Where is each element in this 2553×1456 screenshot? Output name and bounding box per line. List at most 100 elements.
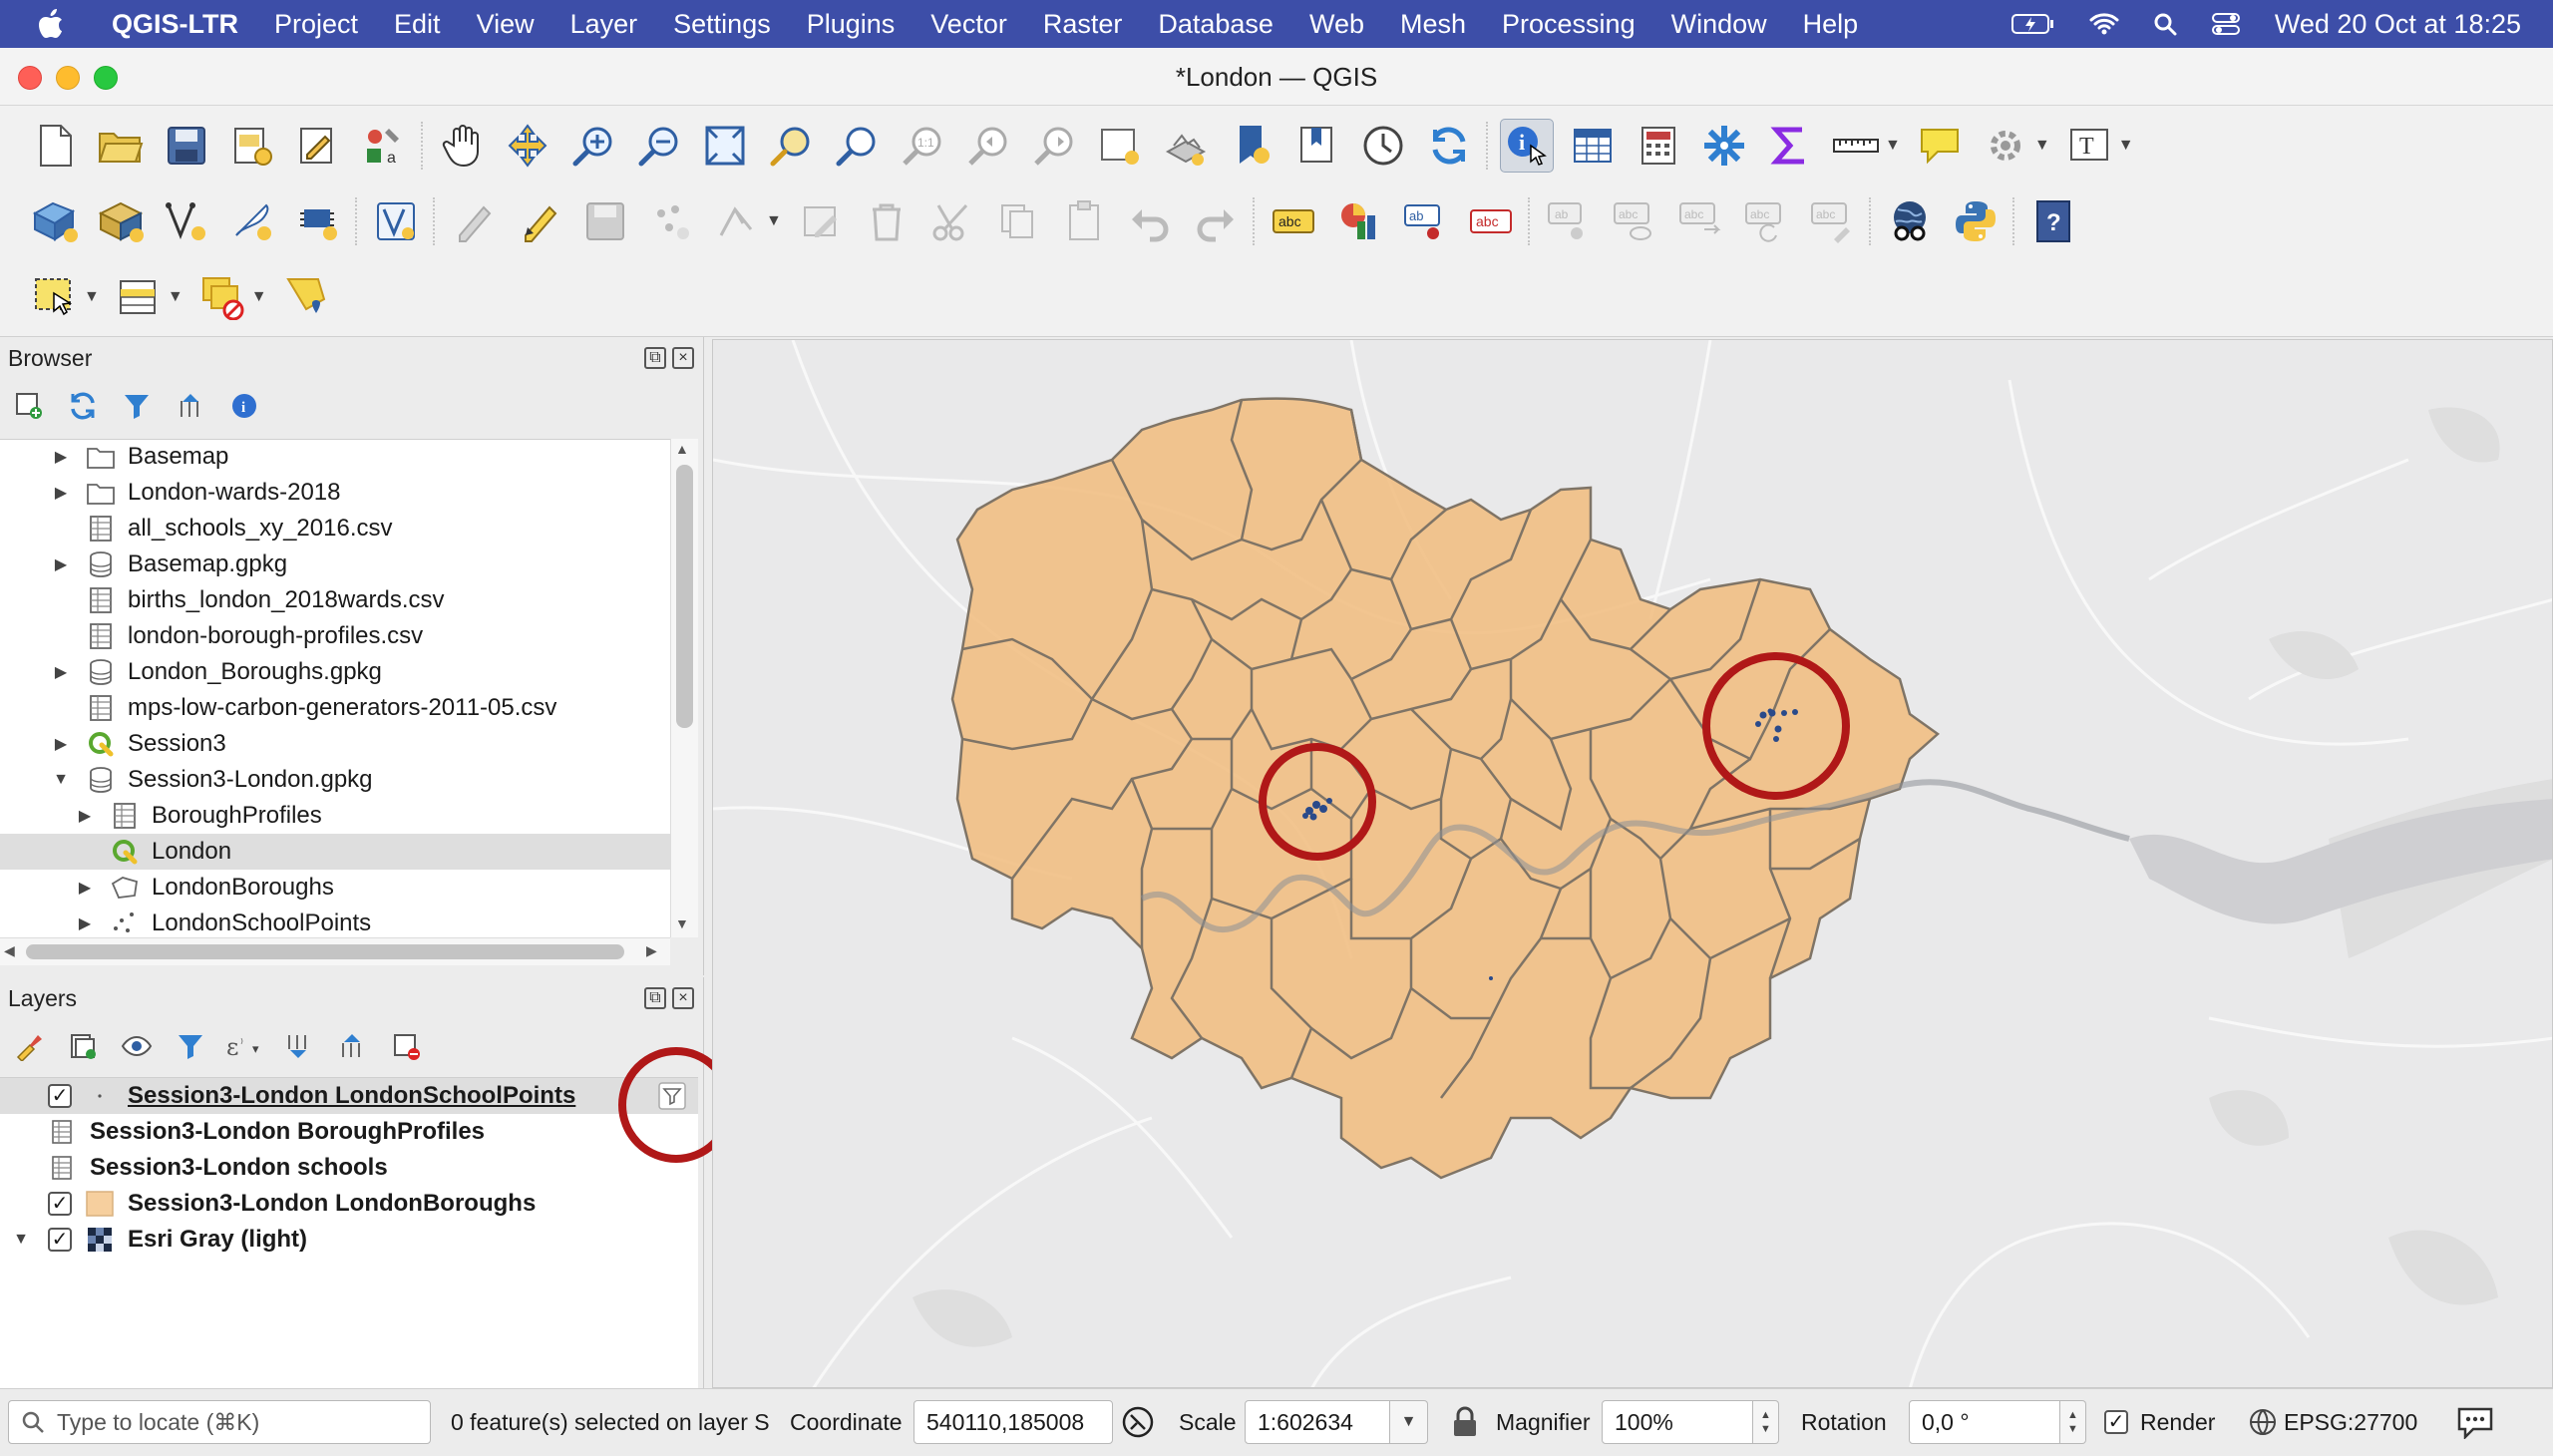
rotation-field[interactable]: 0,0 ° bbox=[1909, 1400, 2060, 1444]
lock-scale-icon[interactable] bbox=[1452, 1399, 1478, 1445]
refresh-browser-icon[interactable] bbox=[62, 385, 104, 427]
collapse-arrow-icon[interactable]: ▼ bbox=[50, 771, 72, 789]
browser-item[interactable]: London bbox=[0, 834, 670, 870]
collapse-arrow-icon[interactable]: ▼ bbox=[10, 1231, 32, 1249]
highlight-pinned-labels-icon[interactable]: ab bbox=[1398, 194, 1452, 248]
vertex-tool-icon[interactable] bbox=[710, 194, 764, 248]
new-print-layout-icon[interactable] bbox=[225, 119, 279, 173]
menu-layer[interactable]: Layer bbox=[570, 9, 638, 40]
undo-icon[interactable] bbox=[1123, 194, 1177, 248]
app-menu[interactable]: QGIS-LTR bbox=[112, 9, 238, 40]
scroll-left-arrow-icon[interactable]: ◀ bbox=[4, 942, 15, 959]
expand-arrow-icon[interactable]: ▶ bbox=[50, 662, 72, 682]
browser-item[interactable]: ▶ Session3 bbox=[0, 726, 670, 762]
expand-arrow-icon[interactable]: ▶ bbox=[50, 447, 72, 467]
pin-unpin-labels-icon[interactable]: abc bbox=[1464, 194, 1518, 248]
locator-search-box[interactable]: Type to locate (⌘K) bbox=[8, 1400, 431, 1444]
rotation-spinner[interactable]: ▲ ▼ bbox=[2060, 1400, 2086, 1444]
new-3d-map-view-icon[interactable] bbox=[1159, 119, 1213, 173]
paste-features-icon[interactable] bbox=[1057, 194, 1111, 248]
browser-item[interactable]: london-borough-profiles.csv bbox=[0, 618, 670, 654]
collapse-all-icon[interactable] bbox=[170, 385, 211, 427]
expand-arrow-icon[interactable]: ▶ bbox=[50, 554, 72, 574]
expand-arrow-icon[interactable]: ▶ bbox=[50, 734, 72, 754]
zoom-next-icon[interactable] bbox=[1027, 119, 1081, 173]
coordinate-field[interactable]: 540110,185008 bbox=[913, 1400, 1113, 1444]
zoom-in-icon[interactable] bbox=[566, 119, 620, 173]
add-point-feature-icon[interactable] bbox=[644, 194, 698, 248]
redo-icon[interactable] bbox=[1189, 194, 1243, 248]
style-manager-icon[interactable]: a bbox=[357, 119, 411, 173]
magnifier-field[interactable]: 100% bbox=[1602, 1400, 1753, 1444]
layer-row[interactable]: ▼ ✓ Esri Gray (light) bbox=[0, 1222, 698, 1258]
refresh-icon[interactable] bbox=[1422, 119, 1476, 173]
new-virtual-layer-icon[interactable] bbox=[291, 194, 345, 248]
menu-mesh[interactable]: Mesh bbox=[1400, 9, 1466, 40]
zoom-native-resolution-icon[interactable]: 1:1 bbox=[896, 119, 949, 173]
filter-browser-icon[interactable] bbox=[116, 385, 158, 427]
zoom-full-icon[interactable] bbox=[698, 119, 752, 173]
zoom-last-icon[interactable] bbox=[961, 119, 1015, 173]
new-spatial-bookmark-icon[interactable] bbox=[1225, 119, 1278, 173]
crs-status-button[interactable]: EPSG:27700 bbox=[2248, 1399, 2417, 1445]
scroll-right-arrow-icon[interactable]: ▶ bbox=[646, 942, 657, 959]
show-hide-labels-icon[interactable]: ab bbox=[1542, 194, 1596, 248]
battery-icon[interactable] bbox=[2010, 13, 2055, 35]
show-spatial-bookmarks-icon[interactable] bbox=[1290, 119, 1344, 173]
scale-field[interactable]: 1:602634 bbox=[1245, 1400, 1390, 1444]
menu-processing[interactable]: Processing bbox=[1502, 9, 1636, 40]
enable-properties-widget-icon[interactable]: i bbox=[223, 385, 265, 427]
processing-toolbox-icon[interactable] bbox=[1697, 119, 1751, 173]
toggle-extents-icon[interactable] bbox=[1121, 1399, 1155, 1445]
browser-item[interactable]: ▶ Basemap bbox=[0, 440, 670, 475]
open-project-icon[interactable] bbox=[94, 119, 148, 173]
layer-labeling-options-icon[interactable]: abc bbox=[1267, 194, 1320, 248]
select-by-attribute-icon[interactable] bbox=[112, 270, 166, 324]
browser-item[interactable]: all_schools_xy_2016.csv bbox=[0, 511, 670, 546]
browser-horizontal-scrollbar[interactable]: ◀ ▶ bbox=[0, 937, 670, 965]
menu-database[interactable]: Database bbox=[1158, 9, 1274, 40]
new-geopackage-layer-icon[interactable] bbox=[94, 194, 148, 248]
new-map-view-icon[interactable] bbox=[1093, 119, 1147, 173]
toggle-editing-icon[interactable] bbox=[513, 194, 566, 248]
browser-item[interactable]: ▶ LondonSchoolPoints bbox=[0, 906, 670, 937]
collapse-all-layers-icon[interactable] bbox=[331, 1025, 373, 1067]
map-canvas[interactable] bbox=[712, 339, 2553, 1388]
python-console-icon[interactable] bbox=[1949, 194, 2003, 248]
layer-row[interactable]: ✓ Session3-London LondonBoroughs bbox=[0, 1186, 698, 1222]
new-shapefile-layer-icon[interactable] bbox=[160, 194, 213, 248]
scroll-down-arrow-icon[interactable]: ▼ bbox=[675, 915, 689, 931]
vertex-tool-dropdown-icon[interactable]: ▼ bbox=[766, 212, 782, 230]
data-source-manager-icon[interactable] bbox=[28, 194, 82, 248]
browser-item[interactable]: ▶ London_Boroughs.gpkg bbox=[0, 654, 670, 690]
text-annotation-icon[interactable]: T bbox=[2062, 119, 2116, 173]
layout-manager-icon[interactable] bbox=[291, 119, 345, 173]
layer-row[interactable]: ✓ Session3-London LondonSchoolPoints bbox=[0, 1078, 698, 1114]
open-attribute-table-icon[interactable] bbox=[1566, 119, 1620, 173]
close-panel-button[interactable]: × bbox=[672, 347, 694, 369]
select-by-attribute-dropdown-icon[interactable]: ▼ bbox=[168, 288, 183, 306]
save-layer-edits-icon[interactable] bbox=[578, 194, 632, 248]
menu-vector[interactable]: Vector bbox=[930, 9, 1007, 40]
modify-attributes-icon[interactable] bbox=[794, 194, 848, 248]
scrollbar-thumb[interactable] bbox=[26, 944, 624, 959]
pan-to-selection-icon[interactable] bbox=[501, 119, 554, 173]
menu-window[interactable]: Window bbox=[1671, 9, 1767, 40]
deselect-dropdown-icon[interactable]: ▼ bbox=[251, 288, 267, 306]
identify-features-icon[interactable]: i bbox=[1500, 119, 1554, 173]
spotlight-search-icon[interactable] bbox=[2153, 12, 2177, 36]
measure-line-icon[interactable] bbox=[1829, 119, 1883, 173]
browser-item[interactable]: ▼ Session3-London.gpkg bbox=[0, 762, 670, 798]
pan-map-icon[interactable] bbox=[435, 119, 489, 173]
layer-visibility-checkbox[interactable]: ✓ bbox=[48, 1228, 72, 1252]
apple-menu-icon[interactable] bbox=[38, 9, 88, 39]
menu-raster[interactable]: Raster bbox=[1043, 9, 1123, 40]
render-checkbox[interactable]: ✓ bbox=[2104, 1410, 2128, 1434]
scroll-up-arrow-icon[interactable]: ▲ bbox=[675, 441, 689, 457]
layer-visibility-checkbox[interactable]: ✓ bbox=[48, 1084, 72, 1108]
new-temporary-scratch-layer-icon[interactable] bbox=[225, 194, 279, 248]
cut-features-icon[interactable] bbox=[925, 194, 979, 248]
select-by-location-icon[interactable] bbox=[279, 270, 333, 324]
map-tips-icon[interactable] bbox=[1913, 119, 1967, 173]
zoom-to-layer-icon[interactable] bbox=[830, 119, 884, 173]
